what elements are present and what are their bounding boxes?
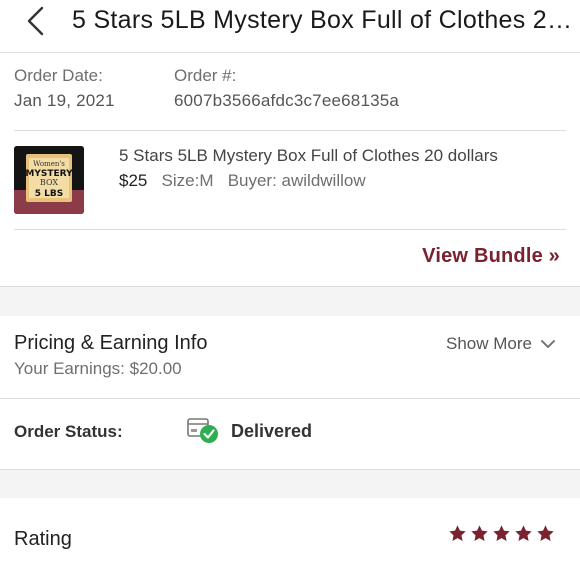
divider: [14, 130, 566, 131]
chevron-left-icon: [27, 6, 44, 36]
rating-stars: [448, 524, 555, 543]
show-more-button[interactable]: Show More: [446, 334, 556, 354]
star-icon: [449, 525, 466, 541]
thumb-line-4: 5 LBS: [35, 189, 63, 199]
chevron-down-icon: [541, 340, 555, 348]
view-bundle-link[interactable]: View Bundle »: [422, 245, 560, 268]
order-date-value: Jan 19, 2021: [14, 91, 115, 110]
item-meta: $25 Size:M Buyer: awildwillow: [119, 171, 366, 191]
mystery-box-image: Women's MYSTERY BOX 5 LBS: [14, 146, 84, 214]
back-button[interactable]: [22, 4, 52, 38]
star-icon: [493, 525, 510, 541]
order-date-label: Order Date:: [14, 66, 103, 85]
delivered-box-icon: [187, 418, 218, 443]
order-details: Order Date: Jan 19, 2021 Order #: 6007b3…: [0, 53, 580, 286]
star-icon: [537, 525, 554, 541]
order-number-label: Order #:: [174, 66, 237, 85]
rating-section: Rating: [0, 498, 580, 580]
item-title[interactable]: 5 Stars 5LB Mystery Box Full of Clothes …: [119, 146, 498, 166]
order-status-section: Order Status: Delivered: [0, 399, 580, 469]
earnings-text: Your Earnings: $20.00: [14, 359, 182, 378]
section-gap: [0, 470, 580, 498]
order-status-label: Order Status:: [14, 422, 123, 441]
star-icon: [471, 525, 488, 541]
item-thumbnail[interactable]: Women's MYSTERY BOX 5 LBS: [14, 146, 84, 214]
item-buyer: Buyer: awildwillow: [227, 171, 366, 190]
section-gap: [0, 287, 580, 316]
item-price: $25: [119, 171, 148, 190]
order-status-value: Delivered: [231, 421, 313, 441]
item-size: Size:M: [161, 171, 214, 190]
pricing-section: Pricing & Earning Info Your Earnings: $2…: [0, 316, 580, 398]
divider: [14, 229, 566, 230]
star-icon: [515, 525, 532, 541]
page-title: 5 Stars 5LB Mystery Box Full of Clothes …: [72, 6, 572, 34]
thumb-line-3: BOX: [40, 178, 58, 187]
thumb-line-1: Women's: [33, 160, 65, 168]
pricing-title: Pricing & Earning Info: [14, 332, 208, 354]
show-more-label: Show More: [446, 334, 532, 353]
rating-label: Rating: [14, 528, 72, 550]
order-number-value: 6007b3566afdc3c7ee68135a: [174, 91, 400, 110]
top-bar: 5 Stars 5LB Mystery Box Full of Clothes …: [0, 0, 580, 53]
